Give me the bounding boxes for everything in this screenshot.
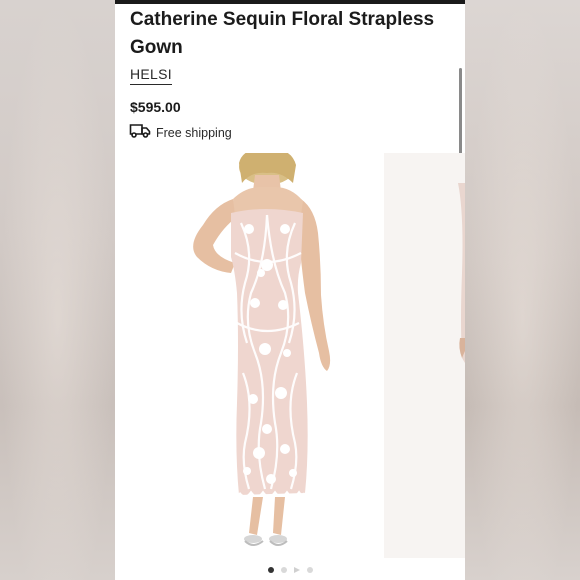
product-image-main[interactable] — [115, 153, 380, 558]
blurred-background-right — [465, 0, 580, 580]
status-bar — [115, 0, 465, 4]
image-carousel[interactable] — [115, 153, 465, 558]
blurred-background-left — [0, 0, 115, 580]
play-icon[interactable] — [293, 567, 300, 573]
carousel-pagination — [115, 564, 465, 576]
product-price: $595.00 — [130, 99, 181, 115]
truck-icon — [129, 123, 151, 143]
brand-link[interactable]: HELSI — [130, 66, 172, 85]
product-screen: Catherine Sequin Floral Strapless Gown H… — [115, 0, 465, 580]
shipping-info: Free shipping — [129, 123, 232, 143]
product-title: Catherine Sequin Floral Strapless Gown — [130, 9, 435, 58]
product-image-next[interactable] — [384, 153, 465, 558]
carousel-dot-4[interactable] — [306, 567, 313, 573]
carousel-dot-2[interactable] — [280, 567, 287, 573]
shipping-label: Free shipping — [156, 126, 232, 140]
carousel-dot-1[interactable] — [267, 567, 274, 573]
